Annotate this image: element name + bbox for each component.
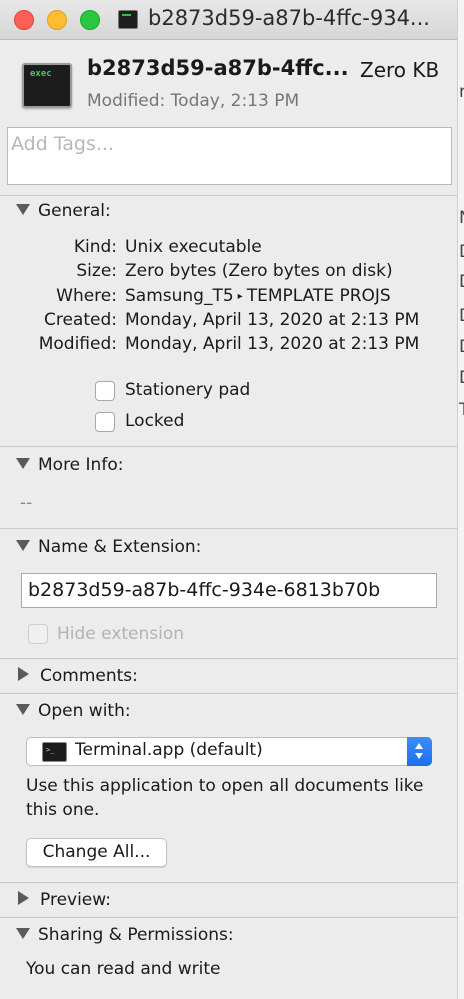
locked-label[interactable]: Locked <box>125 411 184 431</box>
info-value: Unix executable <box>125 237 262 257</box>
more-info-section-header[interactable]: More Info: <box>16 455 123 475</box>
info-value: Monday, April 13, 2020 at 2:13 PM <box>125 334 420 354</box>
more-info-heading: More Info: <box>38 455 124 475</box>
path-folder[interactable]: TEMPLATE PROJS <box>247 286 391 306</box>
path-volume[interactable]: Samsung_T5 <box>125 286 234 306</box>
minimize-button[interactable] <box>47 10 67 30</box>
sharing-heading: Sharing & Permissions: <box>38 925 234 945</box>
disclosure-triangle-down-icon[interactable] <box>16 457 30 469</box>
zoom-button[interactable] <box>80 10 100 30</box>
title-bar[interactable]: b2873d59-a87b-4ffc-934... <box>0 0 457 40</box>
change-all-button[interactable]: Change All... <box>26 838 167 867</box>
popup-stepper-icon[interactable] <box>407 737 432 766</box>
get-info-window: b2873d59-a87b-4ffc-934... exec b2873d59-… <box>0 0 458 999</box>
disclosure-triangle-down-icon[interactable] <box>16 539 30 551</box>
general-section-header[interactable]: General: <box>16 201 111 221</box>
modified-summary: Modified: Today, 2:13 PM <box>87 91 300 111</box>
stationery-pad-label[interactable]: Stationery pad <box>125 380 250 400</box>
hide-extension-checkbox[interactable] <box>28 624 48 644</box>
close-button[interactable] <box>14 10 34 30</box>
selected-app: Terminal.app (default) <box>75 740 263 760</box>
terminal-app-icon: >_ <box>42 742 67 762</box>
tags-placeholder: Add Tags... <box>11 133 115 155</box>
file-name: b2873d59-a87b-4ffc... <box>87 56 349 80</box>
sharing-text: You can read and write <box>26 959 221 979</box>
section-divider <box>0 882 457 883</box>
name-extension-section-header[interactable]: Name & Extension: <box>16 537 201 557</box>
info-key: Kind: <box>73 237 117 257</box>
section-divider <box>0 446 457 447</box>
name-extension-value: b2873d59-a87b-4ffc-934e-6813b70b <box>28 579 381 601</box>
section-divider <box>0 917 457 918</box>
disclosure-triangle-down-icon[interactable] <box>16 703 30 715</box>
background-window-edge: n N D D D D D T <box>458 0 464 999</box>
exec-file-icon: exec <box>22 63 72 108</box>
name-extension-field[interactable]: b2873d59-a87b-4ffc-934e-6813b70b <box>21 573 437 608</box>
info-value-path: Samsung_T5 ▸ TEMPLATE PROJS <box>125 286 391 306</box>
open-with-heading: Open with: <box>38 701 131 721</box>
more-info-value: -- <box>20 493 33 513</box>
comments-section-header[interactable]: Comments: <box>16 666 138 686</box>
hide-extension-label[interactable]: Hide extension <box>57 624 184 644</box>
section-divider <box>0 693 457 694</box>
section-divider <box>0 195 457 196</box>
info-value: Monday, April 13, 2020 at 2:13 PM <box>125 310 420 330</box>
terminal-file-icon <box>118 10 138 29</box>
preview-heading: Preview: <box>40 890 111 910</box>
path-arrow-icon: ▸ <box>237 291 243 302</box>
disclosure-triangle-down-icon[interactable] <box>16 927 30 939</box>
tags-field[interactable]: Add Tags... <box>7 127 452 185</box>
terminal-prompt-glyph: >_ <box>46 746 55 754</box>
section-divider <box>0 658 457 659</box>
disclosure-triangle-right-icon[interactable] <box>18 891 29 905</box>
info-key: Size: <box>76 261 117 281</box>
info-key: Created: <box>43 310 117 330</box>
sharing-section-header[interactable]: Sharing & Permissions: <box>16 925 234 945</box>
disclosure-triangle-down-icon[interactable] <box>16 203 30 215</box>
open-with-popup[interactable]: >_ Terminal.app (default) <box>26 737 432 766</box>
comments-heading: Comments: <box>40 666 138 686</box>
name-extension-heading: Name & Extension: <box>38 537 202 557</box>
preview-section-header[interactable]: Preview: <box>16 890 111 910</box>
info-key: Modified: <box>38 334 117 354</box>
open-with-description: Use this application to open all documen… <box>26 776 424 820</box>
file-size: Zero KB <box>360 58 440 82</box>
info-key: Where: <box>56 286 117 306</box>
locked-checkbox[interactable] <box>95 412 115 432</box>
open-with-section-header[interactable]: Open with: <box>16 701 131 721</box>
disclosure-triangle-right-icon[interactable] <box>18 667 29 681</box>
stationery-pad-checkbox[interactable] <box>95 381 115 401</box>
info-value: Zero bytes (Zero bytes on disk) <box>125 261 393 281</box>
section-divider <box>0 528 457 529</box>
general-heading: General: <box>38 201 111 221</box>
exec-icon-label: exec <box>30 69 52 79</box>
window-title: b2873d59-a87b-4ffc-934... <box>148 6 430 30</box>
